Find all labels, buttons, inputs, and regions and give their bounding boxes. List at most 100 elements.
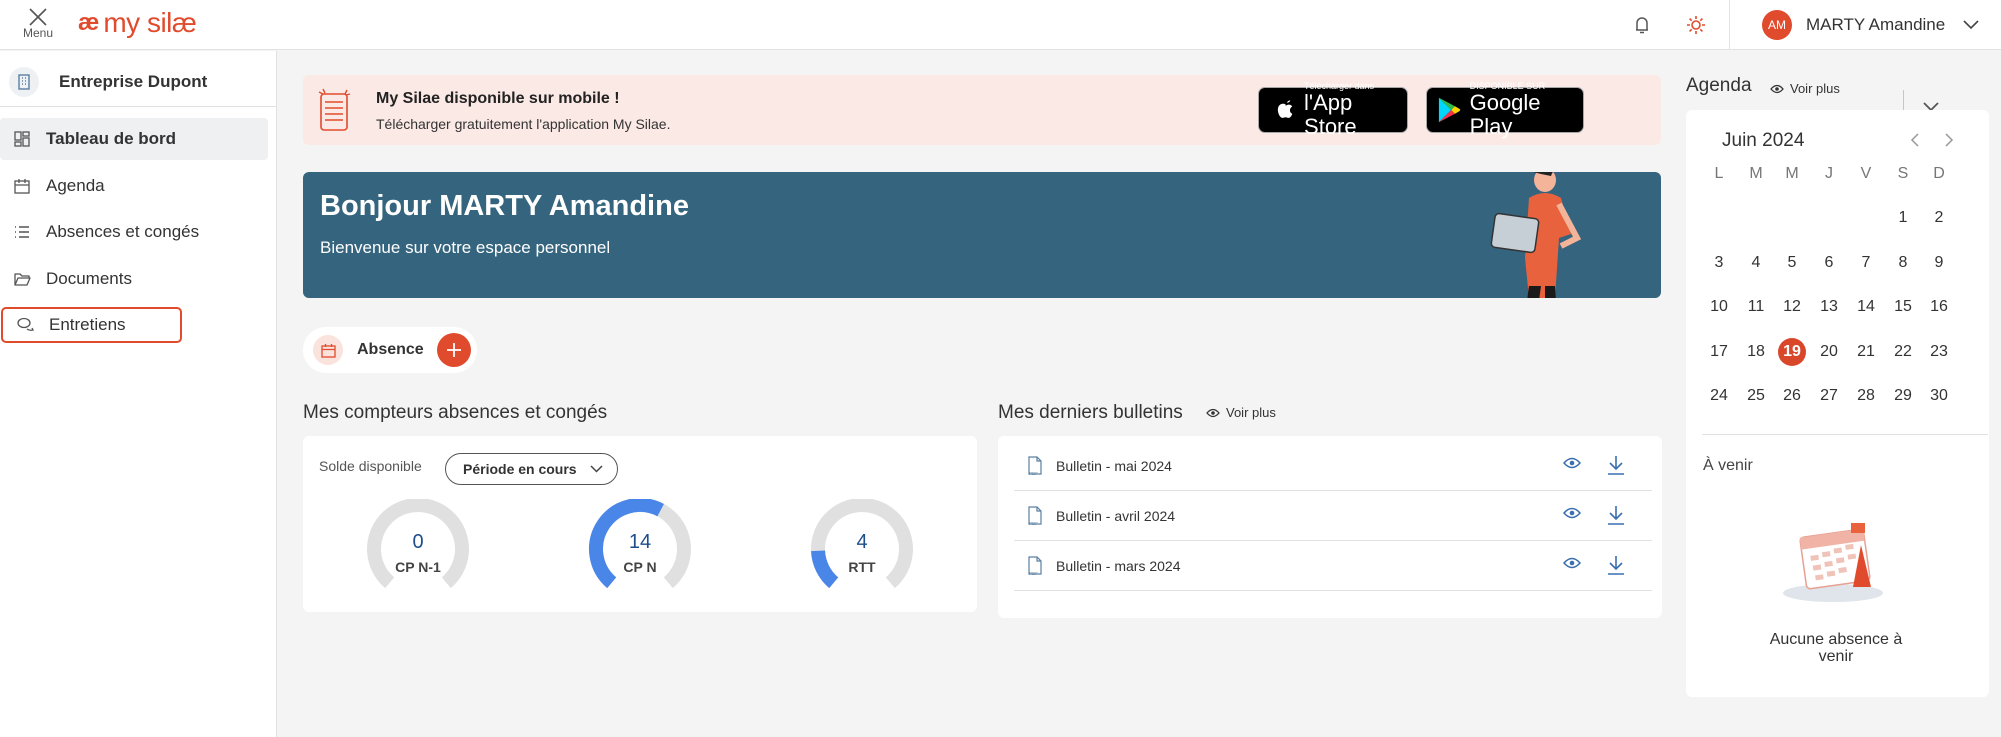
menu-label: Menu <box>22 26 54 40</box>
calendar-day[interactable]: 8 <box>1885 248 1921 278</box>
bulletins-card: PDF Bulletin - mai 2024 PDF Bulletin - a… <box>998 436 1662 618</box>
sidebar-item-label: Documents <box>46 269 132 288</box>
bulletins-voir-plus-link[interactable]: Voir plus <box>1206 405 1276 420</box>
period-value: Période en cours <box>463 461 577 477</box>
gauge-value: 4 <box>856 531 868 553</box>
chevron-down-icon <box>590 465 603 473</box>
calendar-day[interactable]: 24 <box>1701 381 1737 411</box>
dashboard-icon <box>13 130 31 148</box>
calendar-day-today[interactable]: 19 <box>1778 337 1806 366</box>
sidebar-item-label: Tableau de bord <box>46 129 177 148</box>
eye-icon <box>1206 408 1220 417</box>
calendar-day[interactable]: 27 <box>1811 381 1847 411</box>
google-play-button[interactable]: DISPONIBLE SUR Google Play <box>1426 81 1584 139</box>
period-select[interactable]: Période en cours <box>445 453 618 485</box>
counters-title: Mes compteurs absences et congés <box>303 402 608 423</box>
company-selector[interactable]: Entreprise Dupont <box>0 57 277 107</box>
eye-icon[interactable] <box>1563 507 1581 519</box>
calendar-day[interactable]: 28 <box>1848 381 1884 411</box>
calendar-day[interactable]: 21 <box>1848 337 1884 367</box>
gauge-label: CP N <box>623 559 657 575</box>
absence-quick-action[interactable]: Absence <box>303 327 477 373</box>
add-absence-button[interactable] <box>437 333 471 367</box>
sidebar-item-label: Agenda <box>46 176 105 195</box>
calendar-icon <box>13 177 31 195</box>
calendar-day[interactable]: 12 <box>1774 292 1810 322</box>
chevron-left-icon[interactable] <box>1910 132 1920 148</box>
calendar-day[interactable]: 1 <box>1885 203 1921 233</box>
googleplay-big-text: Google Play <box>1469 90 1541 139</box>
app-store-button[interactable]: Télécharger dans l'App Store <box>1258 81 1408 139</box>
calendar-day[interactable]: 9 <box>1921 248 1957 278</box>
calendar-day[interactable]: 23 <box>1921 337 1957 367</box>
bulletins-title: Mes derniers bulletins <box>998 402 1183 423</box>
welcome-title: Bonjour MARTY Amandine <box>320 190 689 222</box>
svg-text:PDF: PDF <box>1029 521 1038 526</box>
calendar-day[interactable]: 14 <box>1848 292 1884 322</box>
solde-label: Solde disponible <box>319 458 422 474</box>
app-logo[interactable]: æ my silæ <box>78 6 197 40</box>
calendar-day[interactable]: 7 <box>1848 248 1884 278</box>
calendar-day[interactable]: 4 <box>1738 248 1774 278</box>
bulletin-row[interactable]: PDF Bulletin - avril 2024 <box>1014 491 1652 541</box>
download-icon[interactable] <box>1607 505 1625 525</box>
svg-text:PDF: PDF <box>1029 471 1038 476</box>
calendar-day[interactable]: 13 <box>1811 292 1847 322</box>
sidebar-item-documents[interactable]: Documents <box>0 258 268 300</box>
gauge-cp-n: 14 CP N <box>585 499 695 599</box>
apple-icon <box>1277 100 1293 118</box>
chat-icon <box>16 316 34 334</box>
eye-icon[interactable] <box>1563 557 1581 569</box>
bulletin-title: Bulletin - mai 2024 <box>1056 457 1172 474</box>
weekday-label: S <box>1897 165 1909 182</box>
calendar-day[interactable]: 2 <box>1921 203 1957 233</box>
chevron-right-icon[interactable] <box>1944 132 1954 148</box>
pdf-file-icon: PDF <box>1028 555 1042 576</box>
sidebar-item-label: Entretiens <box>49 315 126 334</box>
calendar-day[interactable]: 16 <box>1921 292 1957 322</box>
calendar-day[interactable]: 5 <box>1774 248 1810 278</box>
logo-text: my silæ <box>103 7 197 38</box>
calendar-day[interactable]: 30 <box>1921 381 1957 411</box>
top-divider <box>1729 0 1730 50</box>
calendar-day[interactable]: 11 <box>1738 292 1774 322</box>
agenda-voir-plus-link[interactable]: Voir plus <box>1770 81 1840 96</box>
download-icon[interactable] <box>1607 555 1625 575</box>
sidebar-item-tableau-de-bord[interactable]: Tableau de bord <box>0 118 268 160</box>
calendar-day[interactable]: 26 <box>1774 381 1810 411</box>
bulletin-row[interactable]: PDF Bulletin - mai 2024 <box>1014 441 1652 491</box>
agenda-card: Juin 2024 L M M J V S D 1 2 3 4 5 6 7 8 9 10 11 12 13 14 15 16… <box>1686 110 1989 697</box>
weekday-label: J <box>1825 165 1833 182</box>
calendar-day[interactable]: 10 <box>1701 292 1737 322</box>
calendar-day[interactable]: 15 <box>1885 292 1921 322</box>
menu-button[interactable]: Menu <box>18 4 58 44</box>
bulletin-row[interactable]: PDF Bulletin - mars 2024 <box>1014 541 1652 591</box>
user-menu[interactable]: AM MARTY Amandine <box>1762 8 1979 42</box>
list-icon <box>13 223 31 241</box>
calendar-day[interactable]: 6 <box>1811 248 1847 278</box>
calendar-month: Juin 2024 <box>1722 130 1805 151</box>
eye-icon[interactable] <box>1563 457 1581 469</box>
calendar-day[interactable]: 3 <box>1701 248 1737 278</box>
calendar-day[interactable]: 18 <box>1738 337 1774 367</box>
calendar-day[interactable]: 22 <box>1885 337 1921 367</box>
theme-toggle-button[interactable] <box>1681 10 1711 40</box>
absence-label: Absence <box>357 341 424 358</box>
download-icon[interactable] <box>1607 455 1625 475</box>
sidebar-item-agenda[interactable]: Agenda <box>0 165 268 207</box>
calendar-day[interactable]: 20 <box>1811 337 1847 367</box>
svg-text:PDF: PDF <box>1029 571 1038 576</box>
logo-mark: æ <box>78 9 100 36</box>
calendar-day[interactable]: 17 <box>1701 337 1737 367</box>
calendar-day[interactable]: 25 <box>1738 381 1774 411</box>
sun-icon <box>1687 16 1705 34</box>
weekday-label: D <box>1933 165 1945 182</box>
calendar-day[interactable]: 29 <box>1885 381 1921 411</box>
notifications-button[interactable] <box>1627 10 1657 40</box>
chevron-down-icon <box>1963 20 1979 30</box>
gauge-cp-n-1: 0 CP N-1 <box>363 499 473 599</box>
sidebar-item-entretiens[interactable]: Entretiens <box>1 307 182 343</box>
avatar: AM <box>1762 10 1792 40</box>
gauge-rtt: 4 RTT <box>807 499 917 599</box>
sidebar-item-absences[interactable]: Absences et congés <box>0 211 268 253</box>
